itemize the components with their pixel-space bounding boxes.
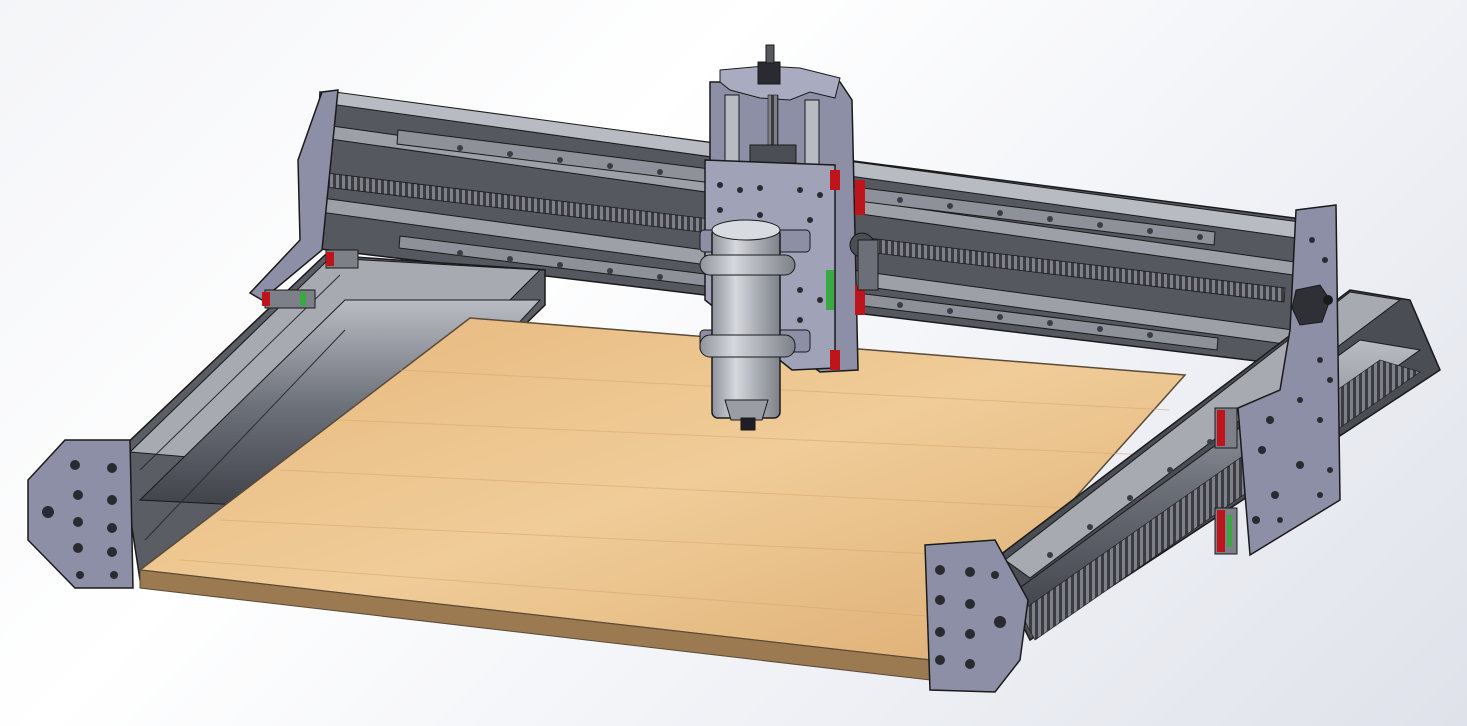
end-plate-front-left bbox=[27, 439, 134, 589]
stepper-motor-icon bbox=[757, 44, 781, 85]
spindle-motor-icon bbox=[699, 219, 796, 431]
cnc-router-model bbox=[27, 44, 1441, 693]
cad-viewport[interactable] bbox=[0, 0, 1467, 726]
